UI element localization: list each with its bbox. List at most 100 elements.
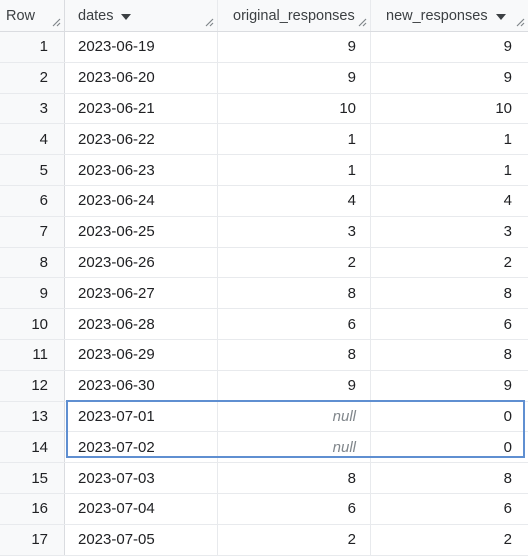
original-responses-cell[interactable]: 3 [218,216,371,247]
dates-cell[interactable]: 2023-07-05 [65,524,218,555]
table-row[interactable]: 3 2023-06-21 10 10 [0,93,528,125]
new-responses-cell[interactable]: 1 [371,124,528,154]
new-responses-cell[interactable]: 9 [371,32,528,62]
original-responses-cell[interactable]: 10 [218,93,371,124]
new-responses-cell[interactable]: 0 [371,432,528,462]
dates-cell[interactable]: 2023-06-28 [65,309,218,339]
row-number-cell[interactable]: 3 [0,93,65,124]
new-responses-cell[interactable]: 8 [371,278,528,308]
column-resize-icon[interactable] [204,17,214,27]
dates-cell[interactable]: 2023-06-29 [65,339,218,370]
row-number-cell[interactable]: 2 [0,62,65,93]
table-row[interactable]: 1 2023-06-19 9 9 [0,32,528,63]
row-number-cell[interactable]: 12 [0,370,65,401]
original-responses-cell[interactable]: null [218,432,371,463]
row-number-cell[interactable]: 8 [0,247,65,278]
row-number-cell[interactable]: 4 [0,124,65,155]
table-row[interactable]: 5 2023-06-23 1 1 [0,155,528,186]
original-responses-cell[interactable]: 9 [218,62,371,93]
original-responses-cell[interactable]: 2 [218,524,371,555]
table-row[interactable]: 8 2023-06-26 2 2 [0,247,528,279]
row-number-cell[interactable]: 10 [0,309,65,339]
dates-cell[interactable]: 2023-07-03 [65,463,218,493]
table-row[interactable]: 15 2023-07-03 8 8 [0,463,528,494]
dates-cell[interactable]: 2023-06-23 [65,155,218,185]
table-row[interactable]: 16 2023-07-04 6 6 [0,493,528,525]
column-resize-icon[interactable] [51,17,61,27]
original-responses-cell[interactable]: 2 [218,247,371,278]
table-row[interactable]: 7 2023-06-25 3 3 [0,216,528,248]
column-header-dates[interactable]: dates [65,0,218,31]
original-responses-cell[interactable]: 8 [218,278,371,309]
row-number-cell[interactable]: 1 [0,32,65,62]
row-number-cell[interactable]: 13 [0,401,65,432]
table-row[interactable]: 9 2023-06-27 8 8 [0,278,528,310]
dates-cell[interactable]: 2023-07-02 [65,432,218,463]
row-number-cell[interactable]: 14 [0,432,65,463]
new-responses-cell[interactable]: 1 [371,155,528,185]
original-responses-cell[interactable]: 1 [218,124,371,155]
dates-cell[interactable]: 2023-06-27 [65,278,218,309]
row-number-cell[interactable]: 5 [0,155,65,185]
table-row[interactable]: 11 2023-06-29 8 8 [0,339,528,371]
new-responses-cell[interactable]: 9 [371,371,528,401]
row-number-cell[interactable]: 9 [0,278,65,309]
caret-down-icon[interactable] [495,13,506,20]
new-responses-cell[interactable]: 4 [371,186,528,216]
caret-down-icon[interactable] [121,13,132,20]
original-responses-cell[interactable]: 1 [218,155,371,185]
new-responses-cell[interactable]: 2 [371,525,528,555]
table-row[interactable]: 4 2023-06-22 1 1 [0,124,528,156]
row-number-cell[interactable]: 17 [0,524,65,555]
row-number-cell-value: 4 [39,130,48,148]
dates-cell[interactable]: 2023-06-24 [65,185,218,216]
dates-cell[interactable]: 2023-06-21 [65,93,218,124]
dates-cell[interactable]: 2023-06-26 [65,247,218,278]
table-row[interactable]: 13 2023-07-01 null 0 [0,401,528,433]
new-responses-cell[interactable]: 9 [371,63,528,93]
new-responses-cell[interactable]: 6 [371,494,528,524]
new-responses-cell[interactable]: 10 [371,94,528,124]
column-header-new-responses[interactable]: new_responses [371,0,528,31]
column-header-original-responses[interactable]: original_responses [218,0,371,31]
original-responses-cell[interactable]: 8 [218,339,371,370]
dates-cell[interactable]: 2023-06-30 [65,370,218,401]
new-responses-cell-value: 1 [503,161,512,179]
dates-cell[interactable]: 2023-06-25 [65,216,218,247]
column-resize-icon[interactable] [357,17,367,27]
row-number-cell[interactable]: 11 [0,339,65,370]
column-header-row[interactable]: Row [0,0,65,31]
table-row[interactable]: 14 2023-07-02 null 0 [0,432,528,464]
dates-cell[interactable]: 2023-06-20 [65,62,218,93]
table-row[interactable]: 10 2023-06-28 6 6 [0,309,528,340]
original-responses-cell[interactable]: 6 [218,493,371,524]
original-responses-cell[interactable]: 4 [218,185,371,216]
new-responses-cell[interactable]: 0 [371,402,528,432]
table-row[interactable]: 6 2023-06-24 4 4 [0,185,528,217]
original-responses-cell[interactable]: 6 [218,309,371,339]
new-responses-cell[interactable]: 8 [371,340,528,370]
dates-cell[interactable]: 2023-06-19 [65,32,218,62]
original-responses-cell[interactable]: 9 [218,370,371,401]
row-number-cell[interactable]: 6 [0,185,65,216]
row-number-cell-value: 1 [39,38,48,56]
row-number-cell[interactable]: 16 [0,493,65,524]
dates-cell[interactable]: 2023-06-22 [65,124,218,155]
original-responses-cell[interactable]: 9 [218,32,371,62]
table-row[interactable]: 2 2023-06-20 9 9 [0,62,528,94]
original-responses-cell[interactable]: 8 [218,463,371,493]
dates-cell[interactable]: 2023-07-01 [65,401,218,432]
new-responses-cell[interactable]: 2 [371,248,528,278]
original-responses-cell[interactable]: null [218,401,371,432]
column-resize-icon[interactable] [515,17,525,27]
table-row[interactable]: 17 2023-07-05 2 2 [0,524,528,556]
row-number-cell[interactable]: 15 [0,463,65,493]
dates-cell-value: 2023-06-25 [78,223,155,241]
new-responses-cell[interactable]: 8 [371,463,528,493]
row-number-cell[interactable]: 7 [0,216,65,247]
table-row[interactable]: 12 2023-06-30 9 9 [0,370,528,402]
new-responses-cell-value: 0 [503,407,512,425]
new-responses-cell[interactable]: 3 [371,217,528,247]
dates-cell[interactable]: 2023-07-04 [65,493,218,524]
new-responses-cell[interactable]: 6 [371,309,528,339]
